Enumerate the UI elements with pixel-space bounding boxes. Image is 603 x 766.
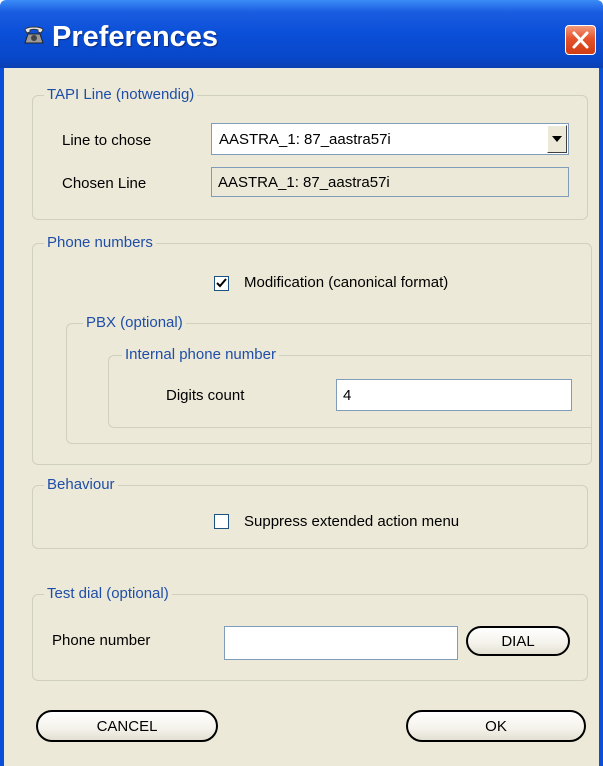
line-to-chose-label: Line to chose: [62, 132, 152, 149]
digits-count-label: Digits count: [166, 387, 245, 404]
suppress-menu-checkbox[interactable]: [214, 514, 229, 529]
digits-count-input[interactable]: [336, 379, 572, 411]
close-button[interactable]: [565, 25, 596, 55]
modification-checkbox[interactable]: [214, 276, 229, 291]
modification-label: Modification (canonical format): [244, 274, 449, 291]
window-title: Preferences: [52, 21, 219, 53]
chosen-line-field: [211, 167, 569, 197]
close-icon: [572, 31, 589, 49]
phone-numbers-legend: Phone numbers: [44, 234, 156, 252]
phone-number-input[interactable]: [224, 626, 458, 660]
internal-phone-legend: Internal phone number: [122, 346, 279, 364]
ok-button[interactable]: OK: [406, 710, 586, 742]
telephone-icon: [22, 24, 46, 46]
window-frame-right: [599, 68, 603, 766]
window-frame-left: [0, 68, 4, 766]
dropdown-button[interactable]: [547, 125, 567, 153]
title-bar[interactable]: Preferences: [0, 0, 603, 68]
line-select[interactable]: AASTRA_1: 87_aastra57i: [211, 123, 569, 155]
chosen-line-label: Chosen Line: [62, 175, 147, 192]
dialog-body: TAPI Line (notwendig) Line to chose AAST…: [0, 68, 603, 766]
dial-button[interactable]: DIAL: [466, 626, 570, 656]
suppress-menu-label: Suppress extended action menu: [244, 513, 460, 530]
tapi-line-legend: TAPI Line (notwendig): [44, 86, 198, 104]
pbx-legend: PBX (optional): [83, 314, 186, 332]
behaviour-legend: Behaviour: [44, 476, 118, 494]
checkmark-icon: [216, 278, 227, 288]
phone-number-label: Phone number: [52, 632, 151, 649]
test-dial-legend: Test dial (optional): [44, 585, 172, 603]
line-select-value: AASTRA_1: 87_aastra57i: [219, 131, 391, 148]
chevron-down-icon: [552, 136, 562, 142]
tapi-line-group: [32, 95, 588, 220]
cancel-button[interactable]: CANCEL: [36, 710, 218, 742]
